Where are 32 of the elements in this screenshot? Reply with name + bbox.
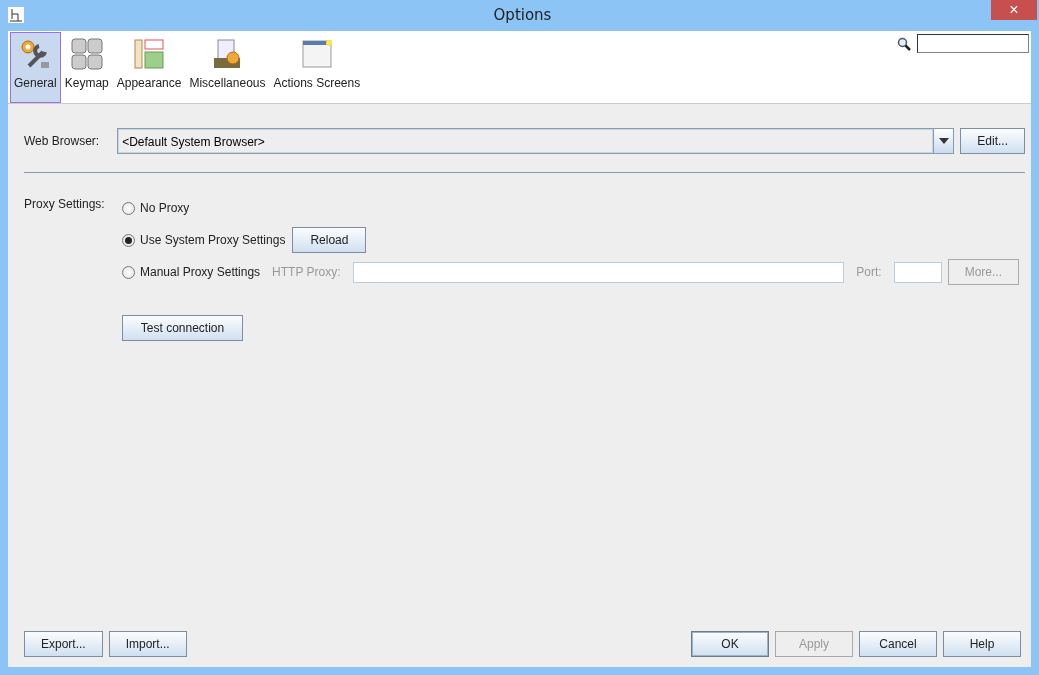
- search-field[interactable]: [917, 34, 1029, 53]
- dialog-button[interactable]: Help: [943, 631, 1021, 657]
- field-label: Port:: [856, 265, 882, 279]
- edit-button[interactable]: Edit...: [960, 128, 1025, 154]
- reload-button[interactable]: Reload: [292, 227, 367, 253]
- search-icon: [897, 36, 911, 51]
- radio-button[interactable]: [122, 233, 135, 247]
- radio-label: Manual Proxy Settings: [140, 265, 261, 279]
- browser-dropdown[interactable]: <Default System Browser>: [117, 128, 955, 154]
- radio-label: No Proxy: [140, 201, 190, 215]
- layout-panels-icon: [133, 38, 166, 70]
- radio-label: Use System Proxy Settings: [140, 233, 286, 247]
- dialog-button[interactable]: OK: [691, 631, 769, 657]
- field-label: Web Browser:: [24, 134, 100, 148]
- app-icon: [8, 7, 24, 23]
- dialog-button[interactable]: Export...: [24, 631, 103, 657]
- close-button[interactable]: ×: [991, 0, 1037, 20]
- field-label: Proxy Settings:: [24, 196, 106, 213]
- dialog-button[interactable]: Import...: [108, 631, 187, 657]
- test-connection-button[interactable]: Test connection: [122, 315, 243, 341]
- category-tab[interactable]: General: [10, 32, 61, 103]
- category-tab[interactable]: Keymap: [60, 32, 113, 103]
- category-tab[interactable]: Appearance: [112, 32, 186, 103]
- field-label: HTTP Proxy:: [272, 265, 341, 279]
- category-tab[interactable]: Actions Screens: [269, 32, 365, 103]
- gear-wrench-icon: [19, 38, 52, 70]
- keyboard-keys-icon: [70, 38, 103, 70]
- category-tab[interactable]: Miscellaneous: [185, 32, 270, 103]
- dialog-button[interactable]: Cancel: [859, 631, 937, 657]
- radio-button[interactable]: [122, 201, 135, 215]
- window-title: Options: [492, 5, 553, 24]
- window-icon: [300, 38, 333, 70]
